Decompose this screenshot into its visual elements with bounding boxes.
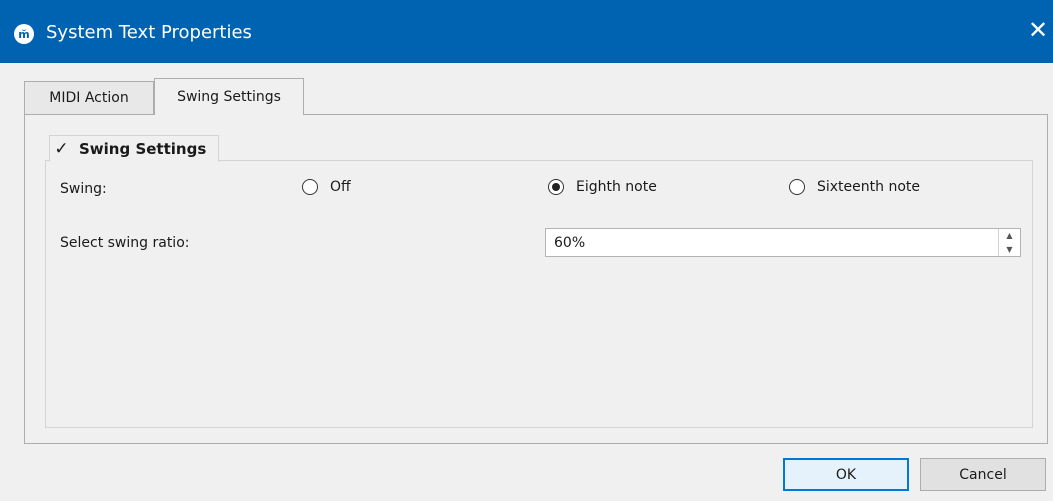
radio-selected-dot (552, 183, 560, 191)
window-title: System Text Properties (46, 22, 252, 43)
radio-sixteenth-note-label: Sixteenth note (817, 179, 921, 195)
radio-sixteenth-note-circle (789, 179, 805, 195)
dialog-window: m̆ System Text Properties ✕ MIDI Action … (0, 0, 1053, 501)
cancel-button[interactable]: Cancel (920, 458, 1046, 491)
swing-enabled-checkbox[interactable]: ✓ (54, 140, 69, 157)
spin-up-icon[interactable]: ▲ (999, 229, 1020, 243)
radio-sixteenth-note[interactable]: Sixteenth note (789, 179, 920, 195)
app-icon: m̆ (14, 24, 34, 44)
tab-page-swing-settings: ✓ Swing Settings (24, 114, 1048, 444)
radio-eighth-note-circle (548, 179, 564, 195)
spin-buttons: ▲ ▼ (998, 229, 1020, 256)
swing-settings-group (45, 160, 1033, 428)
radio-off-label: Off (330, 179, 351, 195)
swing-ratio-value[interactable]: 60% (554, 235, 585, 251)
close-icon[interactable]: ✕ (1028, 18, 1048, 42)
radio-eighth-note-label: Eighth note (576, 179, 657, 195)
swing-label: Swing: (60, 181, 107, 197)
tab-midi-action[interactable]: MIDI Action (24, 81, 154, 114)
swing-ratio-label: Select swing ratio: (60, 235, 190, 251)
radio-off-circle (302, 179, 318, 195)
title-bar[interactable]: m̆ System Text Properties ✕ (0, 0, 1053, 63)
tab-swing-settings[interactable]: Swing Settings (154, 78, 304, 115)
radio-eighth-note[interactable]: Eighth note (548, 179, 657, 195)
group-title: Swing Settings (79, 140, 207, 158)
group-header: ✓ Swing Settings (49, 135, 220, 162)
radio-off[interactable]: Off (302, 179, 351, 195)
swing-ratio-spinbox[interactable]: 60% ▲ ▼ (545, 228, 1021, 257)
spin-down-icon[interactable]: ▼ (999, 243, 1020, 257)
ok-button[interactable]: OK (783, 458, 909, 491)
